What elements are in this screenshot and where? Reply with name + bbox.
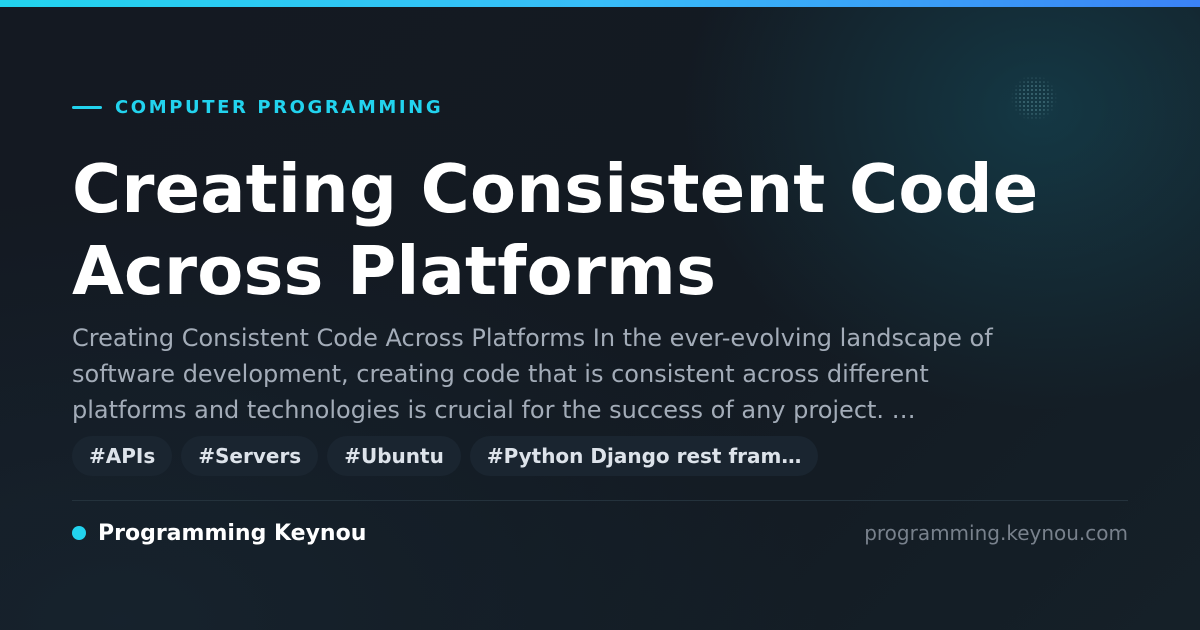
title-line: Creating Consistent Code [72, 150, 1039, 228]
dot-pattern-decoration [1010, 76, 1058, 120]
excerpt-line: platforms and technologies is crucial fo… [72, 396, 916, 424]
site-brand[interactable]: Programming Keynou [72, 518, 366, 548]
page-title: Creating Consistent Code Across Platform… [72, 148, 1132, 312]
tag-python-django[interactable]: #Python Django rest fram… [469, 436, 819, 476]
tag-apis[interactable]: #APIs [72, 436, 173, 476]
tag-ubuntu[interactable]: #Ubuntu [327, 436, 461, 476]
footer-divider [72, 500, 1128, 501]
excerpt-line: Creating Consistent Code Across Platform… [72, 324, 993, 352]
site-domain[interactable]: programming.keynou.com [864, 518, 1128, 548]
category-text: COMPUTER PROGRAMMING [115, 96, 444, 118]
brand-name: Programming Keynou [98, 520, 367, 546]
title-line: Across Platforms [72, 232, 717, 310]
tag-list: #APIs #Servers #Ubuntu #Python Django re… [72, 436, 819, 476]
tag-servers[interactable]: #Servers [181, 436, 319, 476]
excerpt-line: software development, creating code that… [72, 360, 929, 388]
brand-dot-icon [72, 526, 86, 540]
accent-top-bar [0, 0, 1200, 7]
category-label: COMPUTER PROGRAMMING [72, 96, 443, 118]
article-excerpt: Creating Consistent Code Across Platform… [72, 320, 1132, 428]
category-accent-line [72, 105, 102, 109]
social-preview-card: COMPUTER PROGRAMMING Creating Consistent… [0, 0, 1200, 630]
